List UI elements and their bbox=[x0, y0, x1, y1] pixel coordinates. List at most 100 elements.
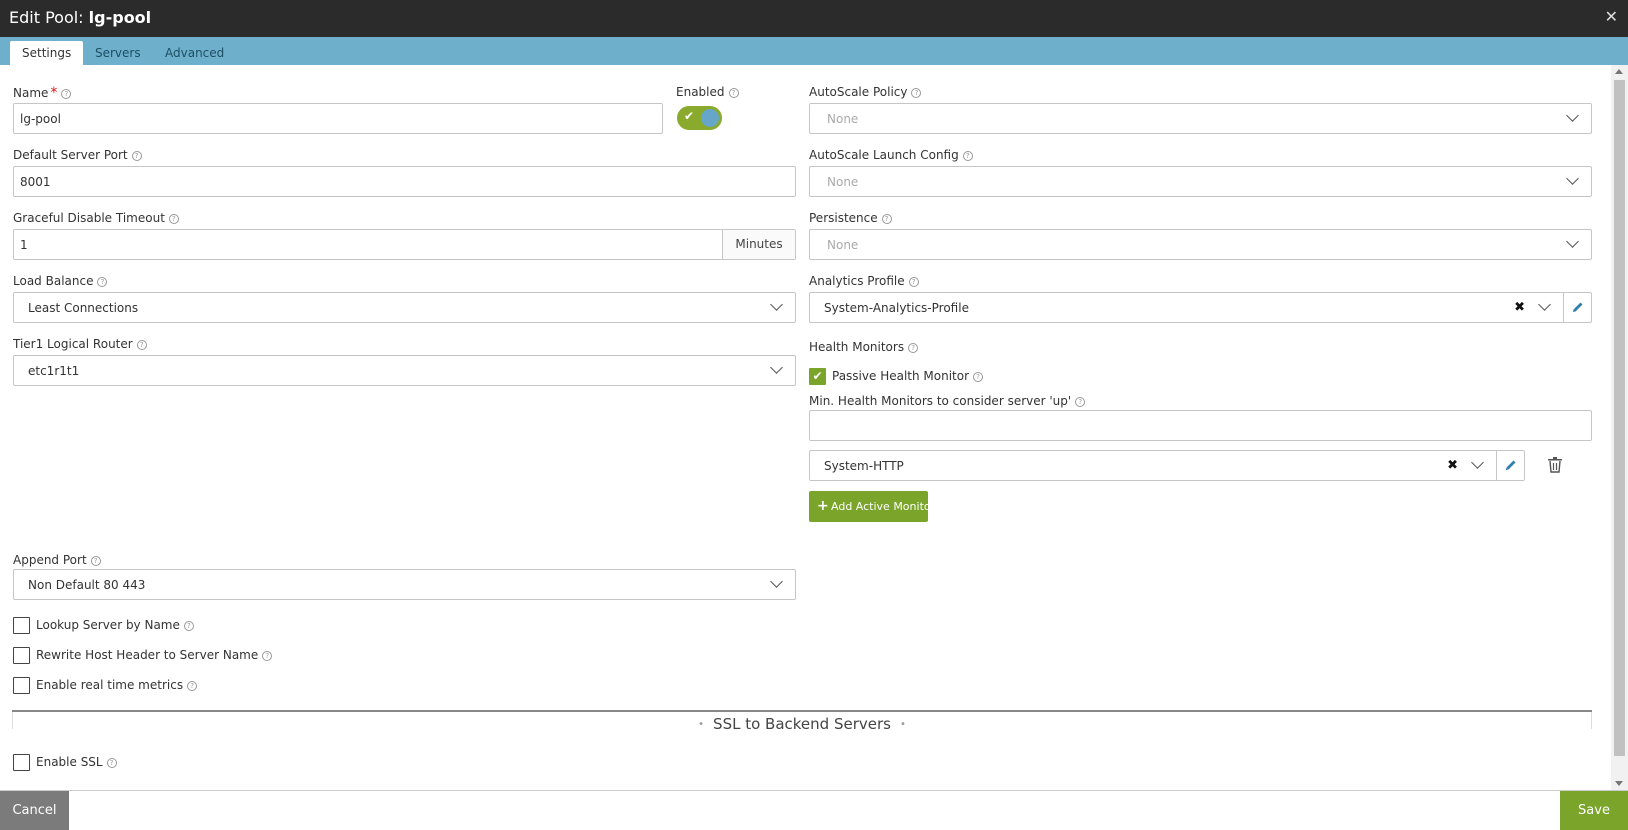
passive-health-monitor-label-text: Passive Health Monitor bbox=[832, 369, 970, 383]
tier1-router-select[interactable]: etc1r1t1 bbox=[13, 355, 796, 386]
autoscale-launch-config-select[interactable]: None bbox=[809, 166, 1592, 197]
minutes-unit-addon: Minutes bbox=[722, 230, 795, 259]
autoscale-policy-placeholder: None bbox=[827, 112, 859, 126]
dialog-title: Edit Pool: lg-pool bbox=[9, 8, 151, 27]
help-icon[interactable]: ? bbox=[881, 214, 892, 224]
health-monitors-label-text: Health Monitors bbox=[809, 340, 905, 354]
name-input[interactable]: lg-pool bbox=[13, 103, 663, 134]
rewrite-host-header-label-text: Rewrite Host Header to Server Name bbox=[36, 648, 259, 662]
enabled-label: Enabled? bbox=[676, 85, 739, 99]
persistence-select[interactable]: None bbox=[809, 229, 1592, 260]
chevron-down-icon bbox=[769, 576, 785, 592]
help-icon[interactable]: ? bbox=[90, 556, 101, 566]
add-active-monitor-button[interactable]: + Add Active Monitor bbox=[809, 491, 935, 522]
realtime-metrics-label-text: Enable real time metrics bbox=[36, 678, 184, 692]
graceful-disable-timeout-label-text: Graceful Disable Timeout bbox=[13, 211, 165, 225]
help-icon[interactable]: ? bbox=[728, 88, 739, 98]
trash-icon[interactable] bbox=[1548, 457, 1562, 473]
min-health-monitors-input[interactable] bbox=[809, 410, 1592, 441]
help-icon[interactable]: ? bbox=[962, 151, 973, 161]
close-icon[interactable]: ✕ bbox=[1605, 7, 1618, 26]
chevron-down-icon bbox=[1565, 110, 1581, 126]
edit-analytics-profile-button[interactable] bbox=[1563, 293, 1591, 322]
enabled-label-text: Enabled bbox=[676, 85, 725, 99]
analytics-profile-select[interactable]: System-Analytics-Profile ✖ bbox=[809, 292, 1592, 323]
autoscale-policy-select[interactable]: None bbox=[809, 103, 1592, 134]
help-icon[interactable]: ? bbox=[908, 277, 919, 287]
lookup-server-label-text: Lookup Server by Name bbox=[36, 618, 180, 632]
help-icon[interactable]: ? bbox=[97, 277, 108, 287]
pencil-icon bbox=[1573, 302, 1583, 312]
help-icon[interactable]: ? bbox=[262, 651, 273, 661]
autoscale-policy-label-text: AutoScale Policy bbox=[809, 85, 908, 99]
pencil-icon bbox=[1506, 460, 1516, 470]
append-port-value: Non Default 80 443 bbox=[28, 578, 146, 592]
chevron-down-icon bbox=[769, 299, 785, 315]
ssl-section-title-text: SSL to Backend Servers bbox=[713, 715, 891, 733]
scroll-down-arrow-icon[interactable] bbox=[1615, 781, 1623, 786]
scroll-up-arrow-icon[interactable] bbox=[1615, 69, 1623, 74]
tier1-router-label-text: Tier1 Logical Router bbox=[13, 337, 133, 351]
load-balance-label: Load Balance? bbox=[13, 274, 108, 288]
lookup-server-label: Lookup Server by Name? bbox=[36, 618, 194, 632]
graceful-disable-timeout-input[interactable]: 1 Minutes bbox=[13, 229, 796, 260]
persistence-placeholder: None bbox=[827, 238, 859, 252]
append-port-label-text: Append Port bbox=[13, 553, 87, 567]
help-icon[interactable]: ? bbox=[183, 621, 194, 631]
help-icon[interactable]: ? bbox=[911, 88, 922, 98]
analytics-profile-value: System-Analytics-Profile bbox=[824, 301, 969, 315]
clear-icon[interactable]: ✖ bbox=[1447, 458, 1458, 473]
load-balance-value: Least Connections bbox=[28, 301, 139, 315]
autoscale-launch-config-placeholder: None bbox=[827, 175, 859, 189]
health-monitors-label: Health Monitors? bbox=[809, 340, 919, 354]
help-icon[interactable]: ? bbox=[168, 214, 179, 224]
tab-servers[interactable]: Servers bbox=[83, 41, 153, 65]
help-icon[interactable]: ? bbox=[1075, 397, 1086, 407]
chevron-down-icon bbox=[769, 362, 785, 378]
chevron-down-icon[interactable] bbox=[1470, 457, 1486, 473]
tab-advanced[interactable]: Advanced bbox=[153, 41, 236, 65]
help-icon[interactable]: ? bbox=[61, 89, 72, 99]
bullet-icon: • bbox=[899, 719, 906, 730]
autoscale-launch-config-label-text: AutoScale Launch Config bbox=[809, 148, 959, 162]
analytics-profile-label-text: Analytics Profile bbox=[809, 274, 905, 288]
lookup-server-checkbox[interactable] bbox=[13, 617, 30, 634]
persistence-label: Persistence? bbox=[809, 211, 892, 225]
chevron-down-icon[interactable] bbox=[1537, 299, 1553, 315]
enable-ssl-checkbox[interactable] bbox=[13, 754, 30, 771]
plus-icon: + bbox=[817, 498, 829, 514]
append-port-select[interactable]: Non Default 80 443 bbox=[13, 569, 796, 600]
edit-active-monitor-button[interactable] bbox=[1496, 451, 1524, 480]
ssl-section-title: • SSL to Backend Servers • bbox=[0, 715, 1604, 733]
help-icon[interactable]: ? bbox=[973, 372, 984, 382]
help-icon[interactable]: ? bbox=[131, 151, 142, 161]
rewrite-host-header-checkbox[interactable] bbox=[13, 647, 30, 664]
help-icon[interactable]: ? bbox=[106, 758, 117, 768]
active-monitor-select[interactable]: System-HTTP ✖ bbox=[809, 450, 1525, 481]
name-input-value: lg-pool bbox=[20, 112, 61, 126]
enabled-toggle[interactable]: ✔ bbox=[677, 106, 722, 130]
chevron-down-icon bbox=[1565, 236, 1581, 252]
enable-ssl-label: Enable SSL? bbox=[36, 755, 117, 769]
realtime-metrics-label: Enable real time metrics? bbox=[36, 678, 198, 692]
settings-panel: Name *? lg-pool Enabled? ✔ Default Server… bbox=[0, 65, 1628, 790]
passive-health-monitor-checkbox[interactable]: ✔ bbox=[809, 368, 826, 385]
tab-settings[interactable]: Settings bbox=[10, 41, 84, 65]
vertical-scrollbar[interactable] bbox=[1611, 65, 1628, 790]
cancel-button[interactable]: Cancel bbox=[0, 791, 69, 830]
help-icon[interactable]: ? bbox=[908, 343, 919, 353]
min-health-monitors-label: Min. Health Monitors to consider server … bbox=[809, 394, 1086, 408]
analytics-profile-label: Analytics Profile? bbox=[809, 274, 919, 288]
help-icon[interactable]: ? bbox=[187, 681, 198, 691]
name-label-text: Name bbox=[13, 86, 49, 100]
scrollbar-thumb[interactable] bbox=[1614, 80, 1625, 756]
clear-icon[interactable]: ✖ bbox=[1514, 300, 1525, 315]
realtime-metrics-checkbox[interactable] bbox=[13, 677, 30, 694]
help-icon[interactable]: ? bbox=[136, 340, 147, 350]
add-active-monitor-label: Add Active Monitor bbox=[831, 500, 936, 513]
tier1-router-value: etc1r1t1 bbox=[28, 364, 80, 378]
dialog-title-prefix: Edit Pool: bbox=[9, 8, 84, 27]
default-server-port-input[interactable]: 8001 bbox=[13, 166, 796, 197]
save-button[interactable]: Save bbox=[1560, 791, 1628, 830]
load-balance-select[interactable]: Least Connections bbox=[13, 292, 796, 323]
